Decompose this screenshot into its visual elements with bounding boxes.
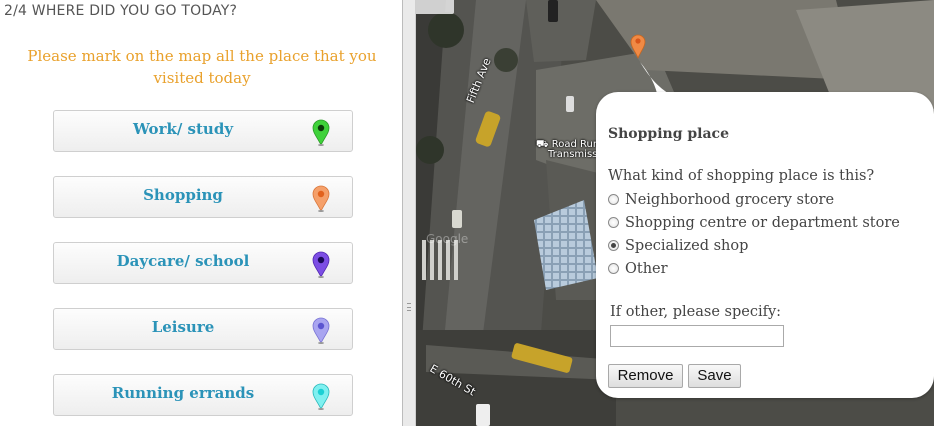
map-pin-icon [312, 185, 330, 212]
radio-button[interactable] [608, 217, 619, 228]
place-info-popup: Shopping place What kind of shopping pla… [596, 92, 934, 398]
category-label: Leisure [151, 318, 215, 336]
category-button-leisure[interactable]: Leisure [53, 308, 353, 350]
category-label: Shopping [143, 186, 223, 204]
popup-question: What kind of shopping place is this? [608, 168, 875, 184]
category-button-running-errands[interactable]: Running errands [53, 374, 353, 416]
map-control-corner[interactable] [416, 0, 454, 14]
bus-icon: ⛟ [536, 139, 549, 150]
option-other[interactable]: Other [608, 261, 668, 281]
popup-title: Shopping place [608, 126, 729, 142]
other-specify-label: If other, please specify: [610, 304, 782, 320]
map-pin-icon [312, 317, 330, 344]
other-specify-input[interactable] [610, 325, 784, 347]
remove-button[interactable]: Remove [608, 364, 683, 388]
category-button-daycare-school[interactable]: Daycare/ school [53, 242, 353, 284]
option-neighborhood-grocery[interactable]: Neighborhood grocery store [608, 192, 834, 212]
map-pin-icon [312, 251, 330, 278]
step-title: 2/4 WHERE DID YOU GO TODAY? [4, 3, 238, 19]
save-button[interactable]: Save [688, 364, 741, 388]
radio-button-selected[interactable] [608, 240, 619, 251]
radio-button[interactable] [608, 194, 619, 205]
splitter-grip-icon[interactable] [407, 303, 411, 311]
category-label: Daycare/ school [116, 252, 250, 270]
map-watermark: Google [426, 232, 469, 246]
panel-splitter[interactable] [402, 0, 416, 426]
category-button-work-study[interactable]: Work/ study [53, 110, 353, 152]
option-specialized-shop[interactable]: Specialized shop [608, 238, 748, 258]
category-label: Work/ study [132, 120, 234, 138]
map-pin-icon [312, 119, 330, 146]
category-button-shopping[interactable]: Shopping [53, 176, 353, 218]
option-shopping-centre[interactable]: Shopping centre or department store [608, 215, 900, 235]
instructions: Please mark on the map all the place tha… [27, 47, 377, 87]
category-label: Running errands [111, 384, 255, 402]
radio-button[interactable] [608, 263, 619, 274]
left-panel: 2/4 WHERE DID YOU GO TODAY? Please mark … [0, 0, 402, 426]
map-pin-icon [312, 383, 330, 410]
